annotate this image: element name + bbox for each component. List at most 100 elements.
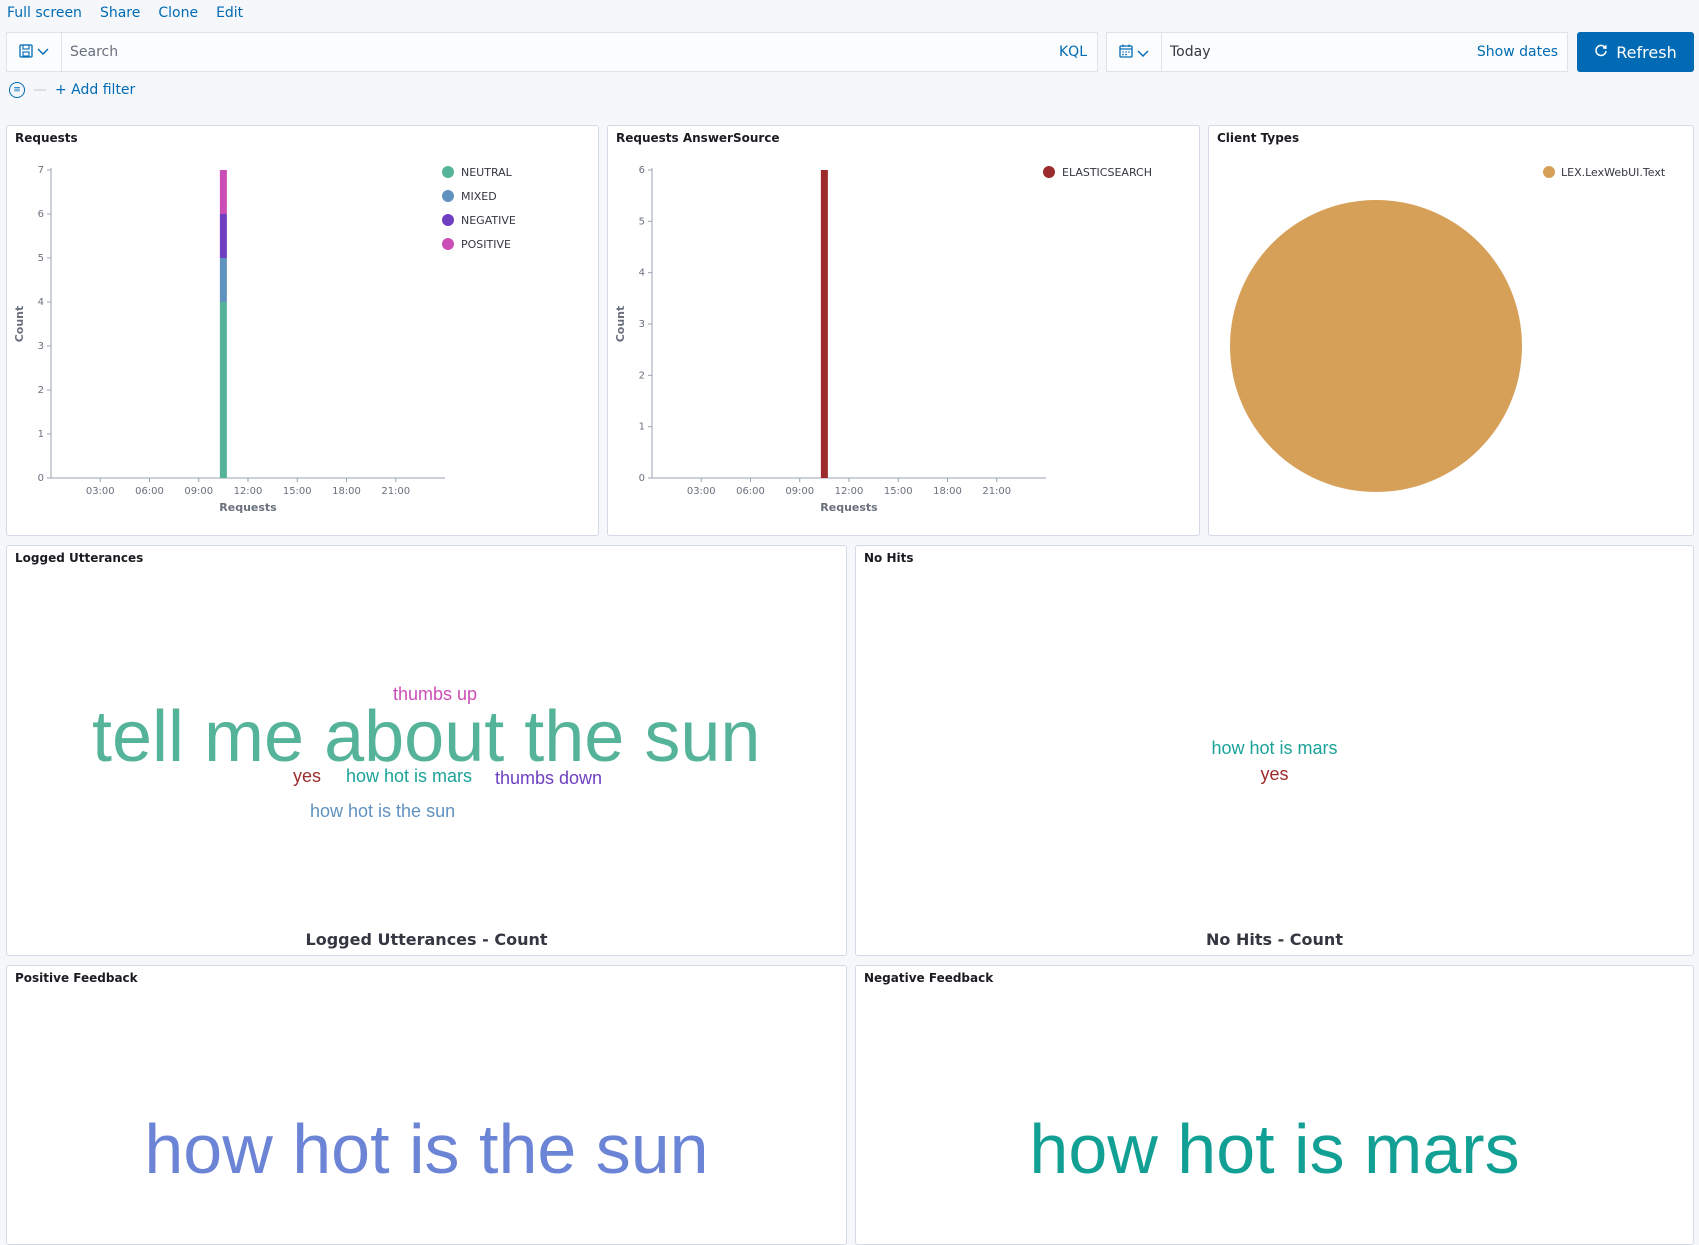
y-tick-label: 3 bbox=[38, 341, 44, 352]
legend-label: NEUTRAL bbox=[461, 166, 513, 179]
client-types-chart: LEX.LexWebUI.Text bbox=[1230, 166, 1666, 492]
y-tick-label: 4 bbox=[38, 297, 44, 308]
legend-label: ELASTICSEARCH bbox=[1062, 166, 1152, 179]
y-tick-label: 5 bbox=[639, 216, 645, 227]
x-tick-label: 21:00 bbox=[982, 486, 1011, 497]
x-tick-label: 06:00 bbox=[135, 486, 164, 497]
x-tick-label: 18:00 bbox=[933, 486, 962, 497]
y-tick-label: 3 bbox=[639, 319, 645, 330]
save-icon bbox=[19, 43, 33, 61]
panel-logged-utterances: Logged Utterances tell me about the sun … bbox=[6, 545, 847, 956]
x-tick-label: 06:00 bbox=[736, 486, 765, 497]
add-filter-button[interactable]: + Add filter bbox=[55, 82, 135, 98]
cloud-word[interactable]: how hot is the sun bbox=[310, 801, 455, 822]
y-tick-label: 5 bbox=[38, 253, 44, 264]
legend-swatch bbox=[442, 166, 454, 178]
bar-segment bbox=[219, 258, 227, 302]
cloud-word[interactable]: thumbs down bbox=[495, 768, 602, 789]
panel-caption: Logged Utterances - Count bbox=[305, 930, 548, 949]
legend-label: MIXED bbox=[461, 190, 497, 203]
quick-date-button[interactable] bbox=[1107, 33, 1162, 71]
cloud-word[interactable]: thumbs up bbox=[393, 684, 477, 705]
x-tick-label: 15:00 bbox=[283, 486, 312, 497]
x-tick-label: 03:00 bbox=[86, 486, 115, 497]
show-dates-button[interactable]: Show dates bbox=[1477, 44, 1567, 60]
x-tick-label: 12:00 bbox=[835, 486, 864, 497]
legend-swatch bbox=[442, 214, 454, 226]
answersource-chart: 0 1 2 3 4 5 6 03:00 06:00 09:00 12:00 15:00 18:00 21:… bbox=[614, 165, 1152, 514]
panel-title: Requests bbox=[15, 131, 78, 145]
search-input[interactable]: Search bbox=[62, 44, 1059, 60]
y-tick-label: 6 bbox=[38, 209, 44, 220]
legend-swatch bbox=[1043, 166, 1055, 178]
y-tick-label: 2 bbox=[38, 385, 44, 396]
saved-query-button[interactable] bbox=[7, 33, 62, 71]
legend-swatch bbox=[1543, 166, 1555, 178]
chevron-down-icon bbox=[37, 45, 49, 59]
legend-label: POSITIVE bbox=[461, 238, 511, 251]
refresh-button[interactable]: Refresh bbox=[1577, 32, 1694, 72]
kql-toggle[interactable]: KQL bbox=[1059, 44, 1097, 60]
filter-row: ≡ — + Add filter bbox=[9, 82, 135, 98]
cloud-word[interactable]: yes bbox=[856, 764, 1693, 785]
filter-options-icon[interactable]: ≡ bbox=[9, 82, 25, 98]
date-range-value[interactable]: Today bbox=[1162, 44, 1477, 60]
panel-positive-feedback: Positive Feedback how hot is the sun bbox=[6, 965, 847, 1245]
filter-divider: — bbox=[33, 82, 47, 98]
y-tick-label: 4 bbox=[639, 268, 645, 279]
x-tick-label: 18:00 bbox=[332, 486, 361, 497]
y-axis-label: Count bbox=[13, 306, 26, 343]
requests-chart: 0 1 2 3 4 5 6 7 03:00 06:00 09:00 12:00 15:00 18:00 21… bbox=[13, 165, 516, 514]
date-picker: Today Show dates bbox=[1106, 32, 1568, 72]
legend-swatch bbox=[442, 190, 454, 202]
top-nav: Full screen Share Clone Edit bbox=[0, 0, 243, 26]
chevron-down-icon bbox=[1137, 43, 1149, 62]
panel-title: Negative Feedback bbox=[864, 971, 994, 985]
refresh-icon bbox=[1594, 43, 1608, 62]
x-tick-label: 21:00 bbox=[381, 486, 410, 497]
full-screen-link[interactable]: Full screen bbox=[7, 5, 82, 21]
cloud-word[interactable]: how hot is mars bbox=[856, 738, 1693, 759]
x-tick-label: 12:00 bbox=[234, 486, 263, 497]
panel-title: Requests AnswerSource bbox=[616, 131, 780, 145]
share-link[interactable]: Share bbox=[100, 5, 140, 21]
edit-link[interactable]: Edit bbox=[216, 5, 243, 21]
cloud-word[interactable]: how hot is mars bbox=[346, 766, 472, 787]
y-tick-label: 0 bbox=[639, 473, 645, 484]
legend-swatch bbox=[442, 238, 454, 250]
refresh-label: Refresh bbox=[1616, 42, 1677, 62]
y-tick-label: 1 bbox=[639, 422, 645, 433]
y-tick-label: 0 bbox=[38, 473, 44, 484]
cloud-word[interactable]: how hot is the sun bbox=[7, 1109, 846, 1189]
panel-negative-feedback: Negative Feedback how hot is mars bbox=[855, 965, 1694, 1245]
x-tick-label: 15:00 bbox=[884, 486, 913, 497]
clone-link[interactable]: Clone bbox=[158, 5, 198, 21]
bar-segment bbox=[820, 170, 828, 478]
panel-title: Logged Utterances bbox=[15, 551, 144, 565]
panel-answersource: Requests AnswerSource 0 1 2 3 4 5 6 03:00 06:00 0… bbox=[607, 125, 1200, 536]
legend-label: NEGATIVE bbox=[461, 214, 516, 227]
y-tick-label: 2 bbox=[639, 370, 645, 381]
x-axis-label: Requests bbox=[219, 501, 277, 514]
legend-label: LEX.LexWebUI.Text bbox=[1561, 166, 1666, 179]
panel-no-hits: No Hits how hot is mars yes No Hits - Co… bbox=[855, 545, 1694, 956]
panel-caption: No Hits - Count bbox=[1206, 930, 1343, 949]
x-tick-label: 09:00 bbox=[785, 486, 814, 497]
panel-requests: Requests 0 1 2 3 4 5 6 7 03:00 06:00 09:00 12:00 15:… bbox=[6, 125, 599, 536]
cloud-word[interactable]: how hot is mars bbox=[856, 1109, 1693, 1189]
pie-slice bbox=[1230, 200, 1522, 492]
y-tick-label: 6 bbox=[639, 165, 645, 176]
y-tick-label: 1 bbox=[38, 429, 44, 440]
panel-title: Client Types bbox=[1217, 131, 1300, 145]
x-tick-label: 09:00 bbox=[184, 486, 213, 497]
panel-client-types: Client Types LEX.LexWebUI.Text bbox=[1208, 125, 1694, 536]
y-tick-label: 7 bbox=[38, 165, 44, 176]
cloud-word[interactable]: yes bbox=[293, 766, 321, 787]
y-axis-label: Count bbox=[614, 306, 627, 343]
bar-segment bbox=[219, 302, 227, 478]
bar-segment bbox=[219, 170, 227, 214]
panel-title: No Hits bbox=[864, 551, 914, 565]
x-tick-label: 03:00 bbox=[687, 486, 716, 497]
x-axis-label: Requests bbox=[820, 501, 878, 514]
calendar-icon bbox=[1119, 43, 1133, 62]
